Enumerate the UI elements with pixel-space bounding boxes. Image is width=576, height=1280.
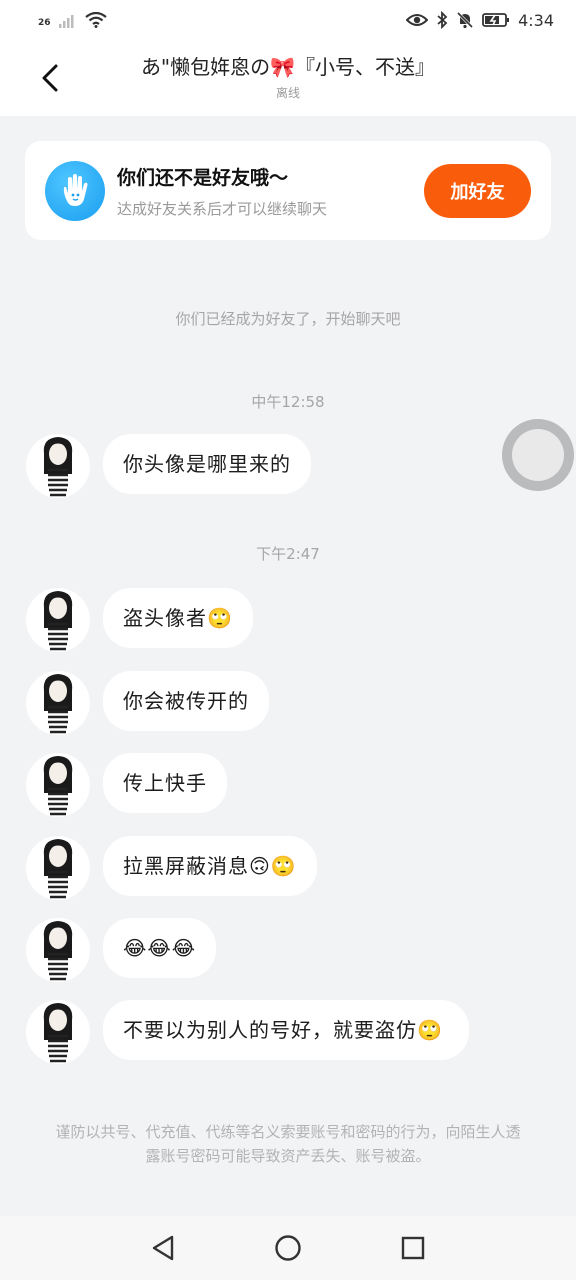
status-left: 26 [38, 12, 107, 28]
square-recents-icon [402, 1236, 425, 1260]
online-status: 离线 [275, 86, 300, 100]
clock: 4:34 [518, 10, 554, 30]
wifi-icon [84, 12, 107, 28]
message-row: 你头像是哪里来的 [26, 434, 311, 498]
message-bubble[interactable]: 拉黑屏蔽消息🙃🙄 [103, 836, 317, 896]
message-row: 😂😂😂 [26, 918, 217, 982]
message-bubble[interactable]: 不要以为别人的号好，就要盗仿🙄 [103, 1000, 469, 1060]
nav-recents-button[interactable] [393, 1228, 433, 1268]
avatar[interactable] [26, 588, 90, 652]
security-warning: 谨防以共号、代充值、代练等名义索要账号和密码的行为，向陌生人透露账号密码可能导致… [55, 1123, 521, 1165]
message-bubble[interactable]: 你头像是哪里来的 [103, 434, 311, 494]
hand-wave-icon [45, 160, 105, 221]
eye-icon [406, 14, 429, 26]
message-row: 盗头像者🙄 [26, 588, 253, 652]
banner-subtitle: 达成好友关系后才可以继续聊天 [117, 199, 328, 218]
floating-ball-inner [512, 429, 564, 481]
chat-header: あ"懒包姩恖の🎀『小号、不送』 离线 [0, 40, 576, 116]
floating-assistant-button[interactable] [502, 419, 574, 491]
status-bar: 26 4:34 [0, 0, 576, 40]
message-bubble[interactable]: 传上快手 [103, 753, 227, 813]
status-right: 4:34 [406, 11, 554, 30]
battery-charging-icon [482, 13, 510, 27]
network-type: 26 [38, 18, 51, 28]
message-row: 拉黑屏蔽消息🙃🙄 [26, 836, 317, 900]
cellular-signal-icon [58, 15, 74, 28]
nav-home-button[interactable] [268, 1228, 308, 1268]
back-button[interactable] [34, 60, 66, 96]
message-row: 传上快手 [26, 753, 227, 817]
banner-title: 你们还不是好友哦～ [117, 166, 289, 189]
bluetooth-icon [437, 11, 448, 29]
message-row: 不要以为别人的号好，就要盗仿🙄 [26, 1000, 469, 1064]
avatar[interactable] [26, 434, 90, 498]
add-friend-button[interactable]: 加好友 [424, 163, 531, 218]
banner-text: 你们还不是好友哦～ 达成好友关系后才可以继续聊天 [117, 163, 424, 219]
circle-home-icon [275, 1235, 301, 1261]
timestamp: 中午12:58 [251, 393, 325, 411]
contact-name: あ"懒包姩恖の🎀『小号、不送』 [140, 55, 436, 79]
system-nav-bar [0, 1216, 576, 1280]
add-friend-banner: 你们还不是好友哦～ 达成好友关系后才可以继续聊天 加好友 [25, 141, 551, 240]
nav-back-button[interactable] [143, 1228, 183, 1268]
avatar[interactable] [26, 753, 90, 817]
avatar[interactable] [26, 918, 90, 982]
message-bubble[interactable]: 盗头像者🙄 [103, 588, 253, 648]
message-bubble[interactable]: 😂😂😂 [103, 918, 217, 978]
avatar[interactable] [26, 836, 90, 900]
timestamp: 下午2:47 [256, 545, 320, 563]
chevron-left-icon [42, 64, 58, 92]
mute-bell-icon [457, 11, 474, 29]
avatar[interactable] [26, 1000, 90, 1064]
message-bubble[interactable]: 你会被传开的 [103, 671, 269, 731]
system-note: 你们已经成为好友了，开始聊天吧 [175, 310, 401, 328]
message-row: 你会被传开的 [26, 671, 269, 735]
triangle-back-icon [152, 1235, 173, 1261]
avatar[interactable] [26, 671, 90, 735]
